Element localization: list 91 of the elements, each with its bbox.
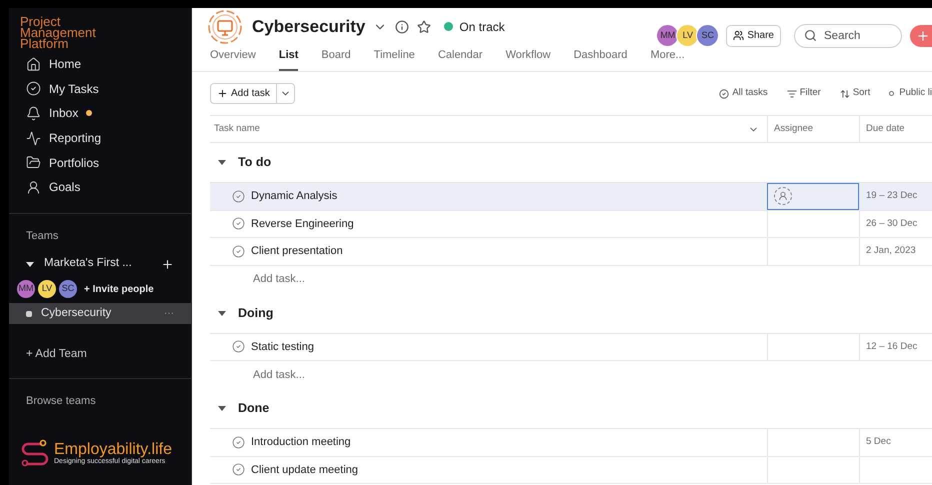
complete-check-icon[interactable]	[232, 463, 245, 476]
task-row[interactable]: Dynamic Analysis 19 – 23 Dec	[210, 183, 932, 210]
section-caret-icon[interactable]	[218, 310, 226, 316]
view-tab[interactable]: Timeline	[374, 46, 415, 71]
complete-check-icon[interactable]	[232, 340, 245, 354]
folder-icon	[26, 155, 41, 170]
task-row[interactable]: Client update meeting	[210, 456, 932, 484]
column-header[interactable]: Due date	[859, 116, 932, 142]
section-caret-icon[interactable]	[218, 160, 226, 165]
nav-item[interactable]: Home	[9, 52, 191, 77]
filter-icon	[786, 88, 797, 98]
all-tasks-button[interactable]: All tasks	[719, 86, 768, 101]
search-field[interactable]: Search	[794, 24, 902, 48]
teams-heading: Teams	[25, 228, 60, 244]
member-avatar: MM	[657, 25, 678, 46]
info-icon[interactable]	[395, 20, 410, 34]
task-name: Dynamic Analysis	[251, 189, 338, 204]
assignee-cell[interactable]	[767, 183, 859, 210]
task-name: Reverse Engineering	[251, 216, 354, 232]
public-button[interactable]: Public li	[889, 86, 932, 101]
complete-check-icon[interactable]	[232, 244, 245, 258]
check-circle-icon	[719, 88, 730, 98]
nav-item[interactable]: Reporting	[9, 126, 191, 150]
section-title: To do	[238, 154, 272, 172]
add-team-link[interactable]: + Add Team	[9, 346, 191, 364]
browse-teams-link[interactable]: Browse teams	[9, 393, 191, 410]
filter-button[interactable]: Filter	[786, 86, 821, 101]
member-avatar: LV	[38, 280, 56, 298]
member-avatar: SC	[697, 25, 718, 46]
nav-item[interactable]: Portfolios	[9, 150, 191, 175]
add-icon[interactable]	[161, 258, 174, 271]
sort-icon	[840, 88, 850, 98]
due-date: 19 – 23 Dec	[866, 189, 918, 204]
users-icon	[733, 30, 744, 41]
task-row[interactable]: Static testing 12 – 16 Dec	[210, 334, 932, 361]
sort-button[interactable]: Sort	[840, 86, 870, 101]
view-tab[interactable]: Calendar	[438, 46, 483, 71]
due-date: 26 – 30 Dec	[866, 216, 918, 231]
search-icon	[804, 28, 817, 42]
add-task-link[interactable]: Add task...	[253, 271, 305, 288]
star-icon[interactable]	[417, 20, 432, 34]
home-icon	[26, 56, 41, 72]
team-name[interactable]: Marketa's First ...	[44, 255, 132, 273]
task-name: Introduction meeting	[251, 435, 351, 450]
project-logo-icon	[207, 8, 243, 44]
nav-item[interactable]: Goals	[9, 174, 191, 200]
view-tab[interactable]: More...	[650, 46, 685, 71]
project-title: Cybersecurity	[252, 16, 366, 38]
logo-name: Employability.life	[54, 441, 172, 458]
view-tab[interactable]: List	[278, 46, 298, 71]
member-avatar: MM	[17, 280, 35, 298]
empty-assignee-icon	[774, 187, 792, 206]
task-name: Static testing	[251, 340, 314, 354]
task-row[interactable]: Introduction meeting 5 Dec	[210, 429, 932, 456]
section-title: Done	[238, 400, 270, 418]
check-circle-icon	[26, 81, 41, 96]
view-tab[interactable]: Board	[321, 46, 351, 71]
view-tab[interactable]: Overview	[210, 46, 256, 71]
add-task-button[interactable]: Add task	[210, 83, 295, 104]
person-icon	[26, 180, 41, 195]
task-row[interactable]: Client presentation 2 Jan, 2023	[210, 238, 932, 266]
brand-title: Project Management Platform	[19, 13, 97, 49]
nav-item[interactable]: My Tasks	[9, 76, 191, 102]
plus-icon	[217, 88, 228, 99]
share-button[interactable]: Share	[726, 24, 781, 46]
task-row[interactable]: Reverse Engineering 26 – 30 Dec	[210, 210, 932, 238]
column-header[interactable]: Task name	[210, 116, 767, 142]
complete-check-icon[interactable]	[232, 436, 245, 449]
task-name: Client update meeting	[251, 462, 358, 478]
section-caret-icon[interactable]	[218, 406, 226, 411]
section-title: Doing	[238, 304, 274, 322]
invite-link[interactable]: + Invite people	[84, 282, 154, 297]
view-tab[interactable]: Dashboard	[574, 46, 628, 71]
due-date: 5 Dec	[866, 435, 891, 450]
complete-check-icon[interactable]	[232, 217, 245, 230]
more-icon[interactable]: ···	[164, 306, 174, 322]
line-chart-icon	[26, 130, 41, 146]
expand-caret-icon[interactable]	[26, 262, 34, 267]
member-avatar: SC	[59, 280, 77, 298]
due-date: 12 – 16 Dec	[866, 340, 918, 354]
status-label[interactable]: On track	[459, 18, 505, 36]
bell-icon	[26, 106, 41, 121]
complete-check-icon[interactable]	[232, 190, 245, 203]
project-item[interactable]: Cybersecurity ···	[9, 303, 191, 324]
column-header[interactable]: Assignee	[767, 116, 859, 142]
nav-item[interactable]: Inbox	[9, 101, 191, 126]
due-date: 2 Jan, 2023	[866, 244, 916, 258]
add-task-link[interactable]: Add task...	[253, 366, 305, 384]
member-avatar: LV	[677, 25, 698, 46]
view-tab[interactable]: Workflow	[506, 46, 551, 71]
task-name: Client presentation	[251, 244, 343, 259]
